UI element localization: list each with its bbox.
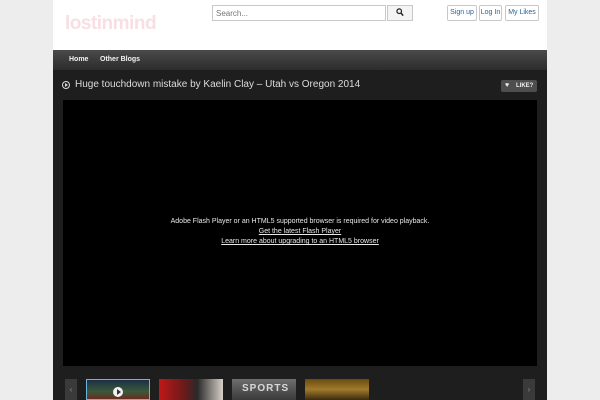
flash-player-link[interactable]: Get the latest Flash Player [63, 227, 537, 237]
search-icon [396, 8, 404, 17]
video-thumbnail[interactable] [159, 379, 223, 400]
arrow-left-icon[interactable]: ‹ [65, 379, 77, 400]
video-thumbnail[interactable]: SPORTS [232, 379, 296, 400]
arrow-right-icon[interactable]: › [523, 379, 535, 400]
play-circle-icon [62, 81, 70, 89]
video-thumbnail-strip: ‹ SPORTS › [53, 379, 547, 400]
search-input[interactable] [213, 6, 385, 20]
post-header: Huge touchdown mistake by Kaelin Clay – … [53, 70, 547, 100]
post-area: Huge touchdown mistake by Kaelin Clay – … [53, 70, 547, 400]
like-button[interactable]: ♥ LIKE? [501, 80, 537, 92]
thumbnail-text: SPORTS [242, 383, 290, 394]
video-message-text: Adobe Flash Player or an HTML5 supported… [170, 218, 430, 225]
signup-button[interactable]: Sign up [447, 5, 477, 21]
like-label: LIKE? [516, 83, 534, 89]
html5-browser-link[interactable]: Learn more about upgrading to an HTML5 b… [63, 237, 537, 247]
search-button[interactable] [387, 5, 413, 21]
login-button[interactable]: Log In [479, 5, 502, 21]
video-player[interactable]: Adobe Flash Player or an HTML5 supported… [63, 100, 537, 366]
play-icon [113, 387, 123, 397]
nav-item-home[interactable]: Home [69, 50, 88, 70]
nav-item-other-blogs[interactable]: Other Blogs [100, 50, 140, 70]
video-fallback-message: Adobe Flash Player or an HTML5 supported… [63, 217, 537, 247]
page: lostinmind Sign up Log In My Likes Home … [53, 0, 547, 400]
search-box [212, 5, 386, 21]
video-thumbnail[interactable] [86, 379, 150, 400]
site-logo[interactable]: lostinmind [65, 13, 157, 35]
post-title[interactable]: Huge touchdown mistake by Kaelin Clay – … [75, 79, 475, 91]
my-likes-button[interactable]: My Likes [505, 5, 539, 21]
main-nav: Home Other Blogs [53, 50, 547, 70]
site-header: lostinmind Sign up Log In My Likes [53, 0, 547, 50]
video-thumbnail[interactable] [305, 379, 369, 400]
heart-icon: ♥ [505, 82, 510, 89]
